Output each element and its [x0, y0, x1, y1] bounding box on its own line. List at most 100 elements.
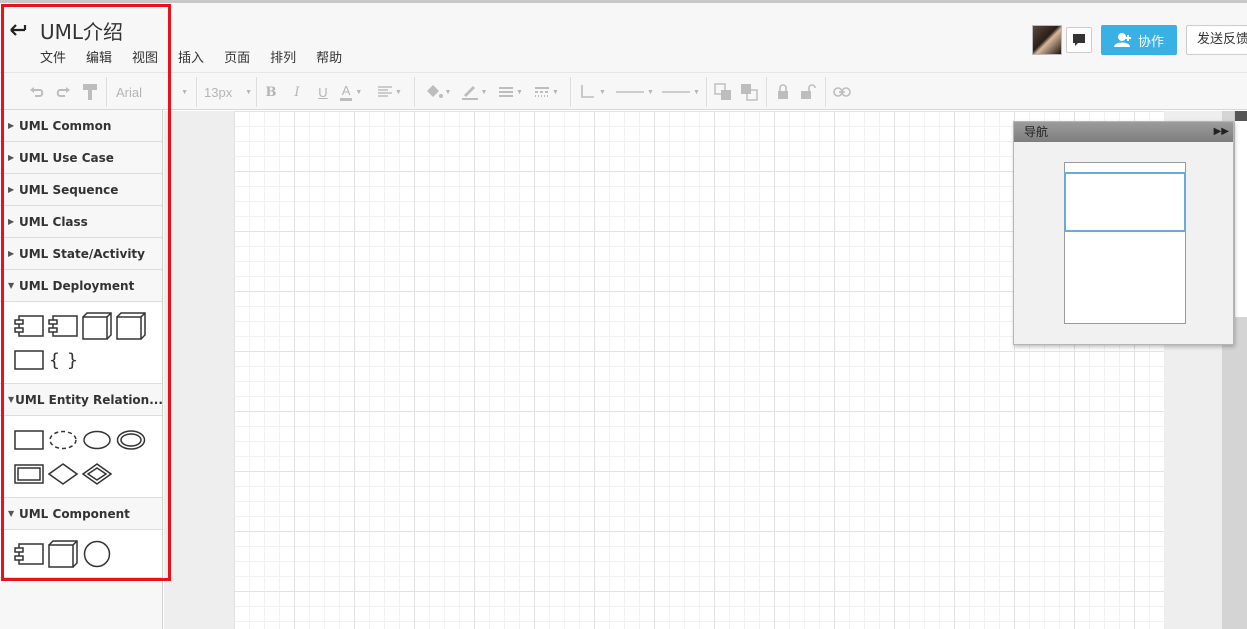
fill-color-button[interactable]: ▼: [422, 81, 454, 103]
bold-button[interactable]: B: [262, 81, 280, 103]
lock-icon[interactable]: [774, 81, 792, 103]
chat-icon: [1073, 34, 1085, 46]
user-avatar[interactable]: [1032, 25, 1062, 55]
caret-right-icon: ▶: [8, 249, 15, 258]
font-size-value: 13px: [204, 84, 233, 100]
feedback-button[interactable]: 发送反馈: [1186, 25, 1247, 55]
send-to-back-icon[interactable]: [739, 81, 759, 103]
paint-bucket-icon: [426, 85, 443, 98]
format-painter-icon[interactable]: [80, 81, 100, 103]
component-shape-icon[interactable]: [46, 309, 80, 343]
node-shape-icon[interactable]: [46, 537, 80, 571]
collaborate-label: 协作: [1137, 34, 1164, 50]
menu-arrange[interactable]: 排列: [260, 49, 306, 69]
font-family-select[interactable]: Arial ▼: [112, 81, 188, 103]
navigator-title: 导航: [1024, 125, 1049, 139]
navigator-panel: 导航 ▶▶: [1013, 121, 1234, 345]
weak-attribute-shape-icon[interactable]: [46, 423, 80, 457]
interface-circle-icon[interactable]: [80, 537, 114, 571]
component-shapes: [0, 530, 162, 578]
identifying-relationship-icon[interactable]: [80, 457, 114, 491]
properties-panel[interactable]: [1234, 111, 1247, 317]
category-uml-state-activity[interactable]: ▶ UML State/Activity: [0, 238, 162, 270]
category-uml-deployment[interactable]: ▼ UML Deployment: [0, 270, 162, 302]
weak-entity-icon[interactable]: [12, 457, 46, 491]
link-icon[interactable]: [832, 81, 852, 103]
line-end-button[interactable]: ▼: [660, 81, 702, 103]
connector-type-button[interactable]: ▼: [578, 81, 608, 103]
chevron-down-icon: ▼: [245, 88, 252, 96]
back-arrow-icon[interactable]: [8, 19, 30, 41]
navigator-title-bar[interactable]: 导航 ▶▶: [1014, 122, 1233, 142]
text-align-button[interactable]: ▼: [378, 81, 402, 103]
undo-icon[interactable]: [28, 81, 46, 103]
multivalued-attribute-icon[interactable]: [114, 423, 148, 457]
entity-shape-icon[interactable]: [12, 423, 46, 457]
caret-down-icon: ▼: [8, 395, 15, 404]
chevron-down-icon: ▼: [516, 88, 523, 96]
menu-file[interactable]: 文件: [30, 49, 76, 69]
chevron-down-icon: ▼: [647, 88, 654, 96]
chat-button[interactable]: [1066, 27, 1092, 53]
font-size-select[interactable]: 13px ▼: [202, 81, 252, 103]
menu-insert[interactable]: 插入: [168, 49, 214, 69]
redo-icon[interactable]: [54, 81, 72, 103]
node-shape-icon[interactable]: [80, 309, 114, 343]
menu-view[interactable]: 视图: [122, 49, 168, 69]
menu-bar: 文件 编辑 视图 插入 页面 排列 帮助: [30, 49, 352, 69]
category-uml-common[interactable]: ▶ UML Common: [0, 110, 162, 142]
node-shape-icon[interactable]: [114, 309, 148, 343]
unlock-icon[interactable]: [798, 81, 818, 103]
navigator-viewport[interactable]: [1064, 172, 1186, 232]
chevron-down-icon: ▼: [181, 88, 188, 96]
shape-library-sidebar: ▶ UML Common ▶ UML Use Case ▶ UML Sequence …: [0, 110, 163, 629]
category-uml-class[interactable]: ▶ UML Class: [0, 206, 162, 238]
rectangle-shape-icon[interactable]: [12, 343, 46, 377]
category-uml-use-case[interactable]: ▶ UML Use Case: [0, 142, 162, 174]
format-toolbar: Arial ▼ 13px ▼ B I U A ▼ ▼ ▼ ▼ ▼ ▼ ▼ ▼ ▼: [0, 72, 1247, 110]
line-width-button[interactable]: ▼: [496, 81, 526, 103]
pen-icon: [461, 86, 478, 100]
document-title[interactable]: UML介绍: [40, 16, 123, 45]
braces-shape-icon[interactable]: {}: [46, 343, 80, 377]
collaborate-button[interactable]: 协作: [1101, 25, 1177, 55]
caret-right-icon: ▶: [8, 217, 15, 226]
menu-help[interactable]: 帮助: [306, 49, 352, 69]
category-uml-sequence[interactable]: ▶ UML Sequence: [0, 174, 162, 206]
svg-text:{: {: [49, 350, 60, 370]
collapse-icon[interactable]: ▶▶: [1214, 122, 1229, 142]
category-uml-entity-relation[interactable]: ▼ UML Entity Relation...: [0, 384, 162, 416]
category-uml-component[interactable]: ▼ UML Component: [0, 498, 162, 530]
chevron-down-icon: ▼: [552, 88, 559, 96]
entity-relation-shapes: [0, 416, 162, 498]
category-label: UML Class: [19, 214, 88, 229]
category-label: UML State/Activity: [19, 246, 145, 261]
elbow-connector-icon: [581, 85, 595, 98]
caret-right-icon: ▶: [8, 153, 15, 162]
font-color-button[interactable]: A ▼: [339, 81, 363, 103]
line-color-button[interactable]: ▼: [458, 81, 490, 103]
dash-style-icon: [535, 87, 550, 97]
component-shape-icon[interactable]: [12, 537, 46, 571]
category-label: UML Deployment: [19, 278, 135, 293]
font-color-icon: A: [339, 83, 353, 101]
italic-button[interactable]: I: [288, 81, 306, 103]
chevron-down-icon: ▼: [599, 88, 606, 96]
category-label: UML Sequence: [19, 182, 119, 197]
menu-edit[interactable]: 编辑: [76, 49, 122, 69]
category-label: UML Common: [19, 118, 112, 133]
app-header: UML介绍 文件 编辑 视图 插入 页面 排列 帮助 协作 发送反馈: [0, 0, 1247, 72]
component-shape-icon[interactable]: [12, 309, 46, 343]
attribute-ellipse-icon[interactable]: [80, 423, 114, 457]
underline-button[interactable]: U: [314, 81, 332, 103]
relationship-diamond-icon[interactable]: [46, 457, 80, 491]
line-start-button[interactable]: ▼: [614, 81, 656, 103]
user-icon: [1113, 33, 1131, 47]
category-label: UML Component: [19, 506, 130, 521]
menu-page[interactable]: 页面: [214, 49, 260, 69]
bring-to-front-icon[interactable]: [713, 81, 733, 103]
caret-right-icon: ▶: [8, 121, 15, 130]
chevron-down-icon: ▼: [355, 88, 363, 96]
caret-right-icon: ▶: [8, 185, 15, 194]
line-style-button[interactable]: ▼: [532, 81, 562, 103]
